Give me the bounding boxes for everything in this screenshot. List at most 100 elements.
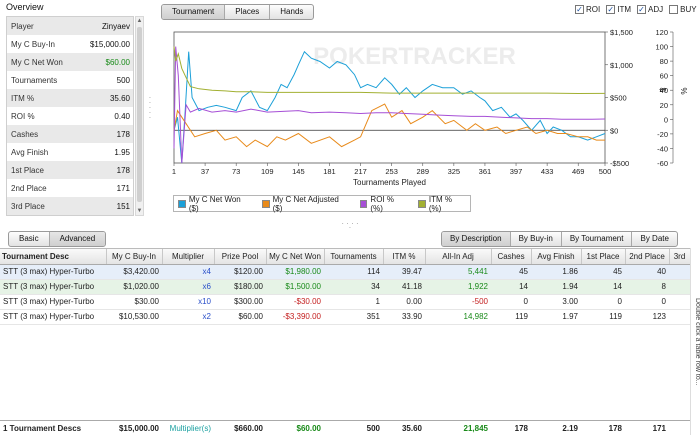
- table-row[interactable]: STT (3 max) Hyper-Turbo $10,530.00 x2 $60.0…: [0, 309, 690, 325]
- overview-key: 3rd Place: [11, 201, 45, 211]
- table-side-strip: Double click a table row to...: [690, 248, 700, 435]
- tab-by-description[interactable]: By Description: [442, 232, 511, 246]
- table-row[interactable]: STT (3 max) Hyper-Turbo $30.00 x10 $300.00-…: [0, 294, 690, 310]
- y-right-tick-label: 40: [660, 86, 668, 95]
- total-cell-net: $60.00: [296, 424, 321, 433]
- column-header-prize-pool[interactable]: Prize Pool: [214, 249, 267, 265]
- column-header-my-c-net-won[interactable]: My C Net Won: [266, 249, 325, 265]
- column-header-cashes[interactable]: Cashes: [491, 249, 532, 265]
- overview-value: 0.40: [114, 111, 130, 121]
- cell-p3: [669, 264, 690, 280]
- x-tick-label: 37: [201, 167, 209, 176]
- y-right-tick-label: 60: [660, 72, 668, 81]
- overview-value: 35.60: [109, 93, 130, 103]
- overview-value: 171: [116, 183, 130, 193]
- total-cell-mult: Multiplier(s): [169, 424, 211, 433]
- tab-places[interactable]: Places: [225, 5, 271, 19]
- total-cell-itm: 35.60: [401, 424, 422, 433]
- x-tick-label: 253: [385, 167, 398, 176]
- column-header-3rd[interactable]: 3rd: [669, 249, 691, 265]
- scroll-up-icon[interactable]: ▲: [136, 17, 143, 25]
- cell-p2: 0: [625, 294, 669, 310]
- checkbox-box[interactable]: [669, 5, 679, 14]
- column-header-my-c-buy-in[interactable]: My C Buy-In: [106, 249, 163, 265]
- column-header-tournament-desc[interactable]: Tournament Desc: [0, 249, 107, 265]
- tab-tournament[interactable]: Tournament: [162, 5, 226, 19]
- y-right-tick-label: 20: [660, 101, 668, 110]
- legend-swatch: [261, 199, 270, 208]
- chart-legend: My C Net Won ($) My C Net Adjusted ($) ROI…: [173, 194, 471, 213]
- view-tabs: Basic Advanced: [8, 231, 107, 247]
- y-right-tick-label: 120: [655, 28, 668, 37]
- column-header-tournaments[interactable]: Tournaments: [324, 249, 384, 265]
- table-row[interactable]: STT (3 max) Hyper-Turbo $1,020.00 x6 $180.0…: [0, 279, 690, 295]
- cell-cashes: 14: [491, 279, 531, 295]
- checkbox-box[interactable]: ✓: [575, 5, 584, 14]
- column-header-all-in-adj[interactable]: All-In Adj: [425, 249, 492, 265]
- table-body: STT (3 max) Hyper-Turbo $3,420.00 x4 $120.0…: [0, 264, 690, 325]
- tab-advanced[interactable]: Advanced: [49, 232, 106, 246]
- column-header-multiplier[interactable]: Multiplier: [162, 249, 215, 265]
- total-cell-desc: 1 Tournament Descs: [3, 424, 82, 433]
- overview-scrollbar[interactable]: ▲ ▼: [135, 16, 144, 216]
- checkbox-label: ROI: [586, 5, 601, 14]
- y-left-tick-label: $1,000: [610, 61, 633, 70]
- cell-tourn: 114: [324, 264, 383, 280]
- x-tick-label: 289: [416, 167, 429, 176]
- checkbox-adj[interactable]: ✓ ADJ: [637, 5, 663, 14]
- checkbox-box[interactable]: ✓: [606, 5, 616, 14]
- legend-item-roi: ROI % (%): [359, 195, 408, 213]
- cell-net: -$3,390.00: [266, 309, 324, 325]
- overview-value: 500: [116, 75, 130, 85]
- cell-net: $1,500.00: [266, 279, 324, 295]
- legend-label: My C Net Won ($): [188, 194, 241, 213]
- tab-hands[interactable]: Hands: [270, 5, 313, 19]
- cell-p1: 45: [581, 264, 625, 280]
- overview-key: Tournaments: [11, 75, 58, 85]
- cell-adj: 14,982: [425, 309, 491, 325]
- cell-desc: STT (3 max) Hyper-Turbo: [0, 294, 106, 310]
- cell-buyin: $3,420.00: [106, 264, 162, 280]
- column-header-avg-finish[interactable]: Avg Finish: [531, 249, 582, 265]
- column-header-1st-place[interactable]: 1st Place: [581, 249, 626, 265]
- app-root: Overview Player Zinyaev My C Buy-In $15,000…: [0, 0, 700, 435]
- cell-buyin: $30.00: [106, 294, 162, 310]
- horizontal-splitter[interactable]: · · · · ·: [340, 220, 360, 232]
- column-header-2nd-place[interactable]: 2nd Place: [625, 249, 670, 265]
- x-tick-label: 397: [510, 167, 523, 176]
- vertical-splitter[interactable]: · · · · ·: [148, 94, 152, 125]
- table-row[interactable]: STT (3 max) Hyper-Turbo $3,420.00 x4 $120.0…: [0, 264, 690, 280]
- scroll-down-icon[interactable]: ▼: [136, 207, 143, 215]
- cell-tourn: 34: [324, 279, 383, 295]
- tab-by-tournament[interactable]: By Tournament: [562, 232, 633, 246]
- overview-row-2nd-place: 2nd Place 171: [7, 179, 133, 197]
- checkbox-itm[interactable]: ✓ ITM: [606, 5, 631, 14]
- cell-adj: 1,922: [425, 279, 491, 295]
- x-tick-label: 109: [261, 167, 274, 176]
- checkbox-box[interactable]: ✓: [637, 5, 647, 14]
- overview-panel: Player Zinyaev My C Buy-In $15,000.00 My C N…: [6, 16, 134, 216]
- cell-p2: 8: [625, 279, 669, 295]
- overview-value: 1.95: [114, 147, 130, 157]
- overview-key: ROI %: [11, 111, 35, 121]
- overview-value: 178: [116, 129, 130, 139]
- checkbox-roi[interactable]: ✓ ROI: [575, 5, 600, 14]
- cell-buyin: $1,020.00: [106, 279, 162, 295]
- cell-adj: 5,441: [425, 264, 491, 280]
- overview-row-itm: ITM % 35.60: [7, 89, 133, 107]
- x-tick-label: 181: [323, 167, 336, 176]
- tab-by-date[interactable]: By Date: [632, 232, 676, 246]
- y-left-tick-label: -$500: [610, 159, 629, 168]
- y-right-tick-label: 80: [660, 57, 668, 66]
- cell-prize: $60.00: [214, 309, 266, 325]
- column-header-itm[interactable]: ITM %: [383, 249, 426, 265]
- cell-p1: 0: [581, 294, 625, 310]
- tab-basic[interactable]: Basic: [9, 232, 50, 246]
- legend-label: ITM % (%): [428, 194, 452, 213]
- cell-cashes: 119: [491, 309, 531, 325]
- cell-p3: [669, 294, 690, 310]
- scroll-thumb[interactable]: [137, 27, 142, 202]
- checkbox-buy[interactable]: BUY: [669, 5, 697, 14]
- cell-adj: -500: [425, 294, 491, 310]
- tab-by-buy-in[interactable]: By Buy-in: [511, 232, 562, 246]
